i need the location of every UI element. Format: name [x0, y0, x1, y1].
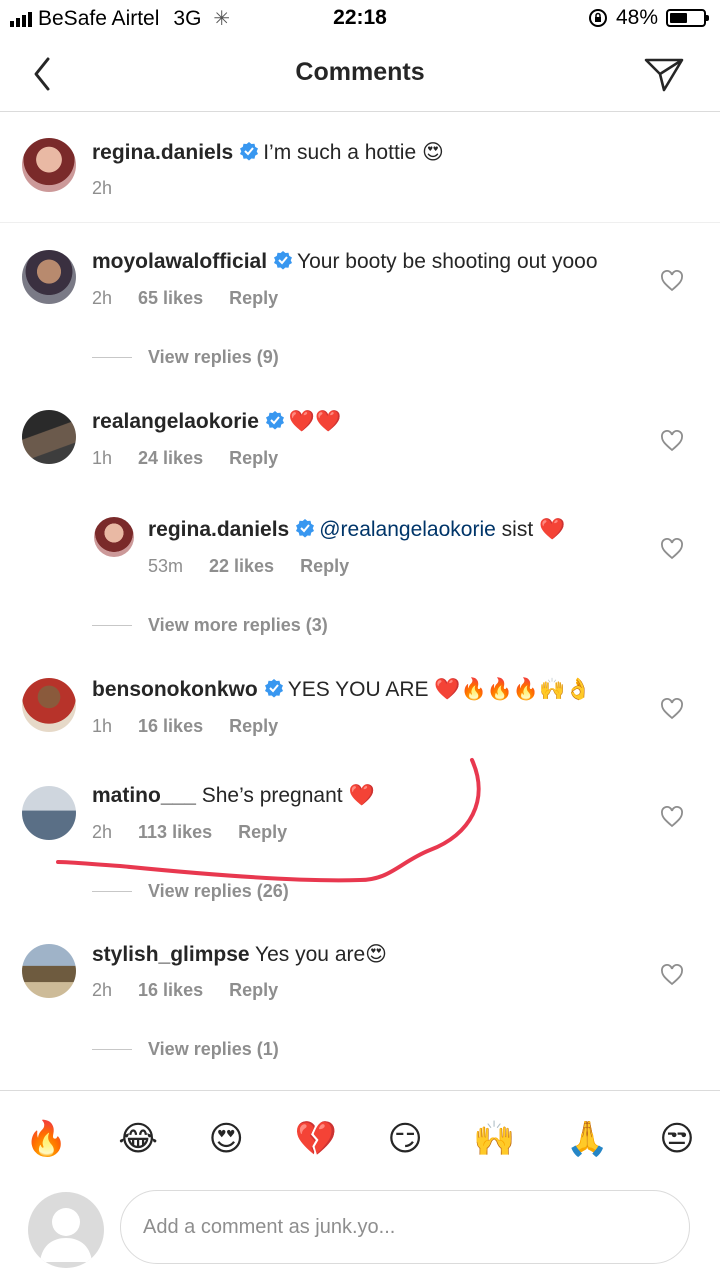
avatar[interactable]	[22, 678, 76, 732]
like-heart-icon[interactable]	[660, 964, 684, 986]
mention-link[interactable]: @realangelaokorie	[319, 518, 496, 541]
comment-text: YES YOU ARE ❤️🔥🔥🔥🙌👌	[287, 678, 592, 701]
comment-text-line: moyolawalofficial Your booty be shooting …	[92, 250, 598, 274]
view-replies-button[interactable]: View replies (9)	[92, 347, 279, 368]
caption-time: 2h	[92, 178, 113, 198]
my-avatar	[28, 1192, 104, 1268]
likes-count[interactable]: 16 likes	[138, 716, 203, 736]
comment-time: 2h	[92, 288, 113, 308]
reply-button[interactable]: Reply	[229, 448, 278, 468]
status-right: 48%	[588, 6, 709, 30]
like-heart-icon[interactable]	[660, 430, 684, 452]
comment-meta: 1h 24 likes Reply	[92, 448, 304, 469]
comment-text: Yes you are😍	[255, 943, 388, 966]
verified-badge-icon	[265, 411, 284, 430]
emoji-joy-button[interactable]: 😂	[118, 1119, 158, 1159]
red-annotation-stroke	[56, 758, 481, 883]
view-replies-button[interactable]: View replies (1)	[92, 1039, 279, 1060]
likes-count[interactable]: 24 likes	[138, 448, 203, 468]
comment-username[interactable]: stylish_glimpse	[92, 943, 250, 966]
reply-time: 53m	[148, 556, 184, 576]
emoji-pray-button[interactable]: 🙏	[566, 1119, 608, 1159]
like-heart-icon[interactable]	[660, 538, 684, 560]
reply-username[interactable]: regina.daniels	[148, 518, 289, 541]
reply-text: sist ❤️	[495, 518, 566, 541]
avatar[interactable]	[22, 250, 76, 304]
default-avatar-icon	[40, 1208, 92, 1262]
verified-badge-icon	[240, 142, 259, 161]
battery-percent: 48%	[615, 6, 658, 29]
likes-count[interactable]: 16 likes	[138, 980, 203, 1000]
comment-meta: 2h 65 likes Reply	[92, 288, 304, 309]
reply-button[interactable]: Reply	[229, 716, 278, 736]
caption-text: I’m such a hottie 😍	[263, 141, 444, 164]
comment-input[interactable]: Add a comment as junk.yo...	[120, 1190, 690, 1264]
likes-count[interactable]: 65 likes	[138, 288, 203, 308]
emoji-raised-hands-button[interactable]: 🙌	[473, 1119, 515, 1159]
comment-text-line: stylish_glimpse Yes you are😍	[92, 942, 387, 967]
like-heart-icon[interactable]	[660, 698, 684, 720]
comment-time: 2h	[92, 980, 113, 1000]
comment-time: 1h	[92, 448, 113, 468]
nav-bar: Comments	[0, 36, 720, 112]
comment-text: Your booty be shooting out yooo	[297, 250, 598, 273]
battery-icon	[666, 9, 709, 27]
view-more-replies-button[interactable]: View more replies (3)	[92, 615, 328, 636]
emoji-fire-button[interactable]: 🔥	[25, 1119, 67, 1159]
direct-send-icon[interactable]	[642, 52, 686, 96]
reply-meta: 53m 22 likes Reply	[148, 556, 375, 577]
verified-badge-icon	[296, 519, 315, 538]
comment-text-line: bensonokonkwo YES YOU ARE ❤️🔥🔥🔥🙌👌	[92, 678, 591, 702]
verified-badge-icon	[274, 251, 293, 270]
reply-button[interactable]: Reply	[300, 556, 349, 576]
comment-meta: 1h 16 likes Reply	[92, 716, 304, 737]
comment-meta: 2h 16 likes Reply	[92, 980, 304, 1001]
reply-text-line: regina.daniels @realangelaokorie sist ❤️	[148, 518, 565, 542]
avatar[interactable]	[22, 138, 76, 192]
page-title: Comments	[295, 58, 425, 86]
emoji-quick-bar: 🔥 😂 😍 💔 😏 🙌 🙏 😒	[0, 1090, 720, 1186]
caption-username[interactable]: regina.daniels	[92, 141, 233, 164]
reply-button[interactable]: Reply	[229, 288, 278, 308]
emoji-heart-eyes-button[interactable]: 😍	[208, 1119, 243, 1159]
likes-count[interactable]: 22 likes	[209, 556, 274, 576]
emoji-broken-heart-button[interactable]: 💔	[295, 1119, 337, 1159]
divider	[0, 222, 720, 223]
comment-username[interactable]: bensonokonkwo	[92, 678, 258, 701]
like-heart-icon[interactable]	[660, 270, 684, 292]
status-bar: BeSafe Airtel 3G ✳ 22:18 48%	[0, 0, 720, 36]
reply-button[interactable]: Reply	[229, 980, 278, 1000]
comment-time: 1h	[92, 716, 113, 736]
avatar[interactable]	[22, 410, 76, 464]
comment-username[interactable]: realangelaokorie	[92, 410, 259, 433]
emoji-smirk-button[interactable]: 😏	[387, 1119, 422, 1159]
verified-badge-icon	[264, 679, 283, 698]
avatar[interactable]	[22, 944, 76, 998]
comment-username[interactable]: moyolawalofficial	[92, 250, 267, 273]
comment-text: ❤️❤️	[288, 410, 342, 433]
rotation-lock-icon	[588, 9, 607, 27]
emoji-unamused-button[interactable]: 😒	[659, 1119, 694, 1159]
avatar[interactable]	[94, 517, 134, 557]
comment-input-placeholder: Add a comment as junk.yo...	[143, 1215, 396, 1238]
comment-text-line: realangelaokorie ❤️❤️	[92, 410, 341, 434]
caption-text-line: regina.daniels I’m such a hottie 😍	[92, 140, 444, 165]
